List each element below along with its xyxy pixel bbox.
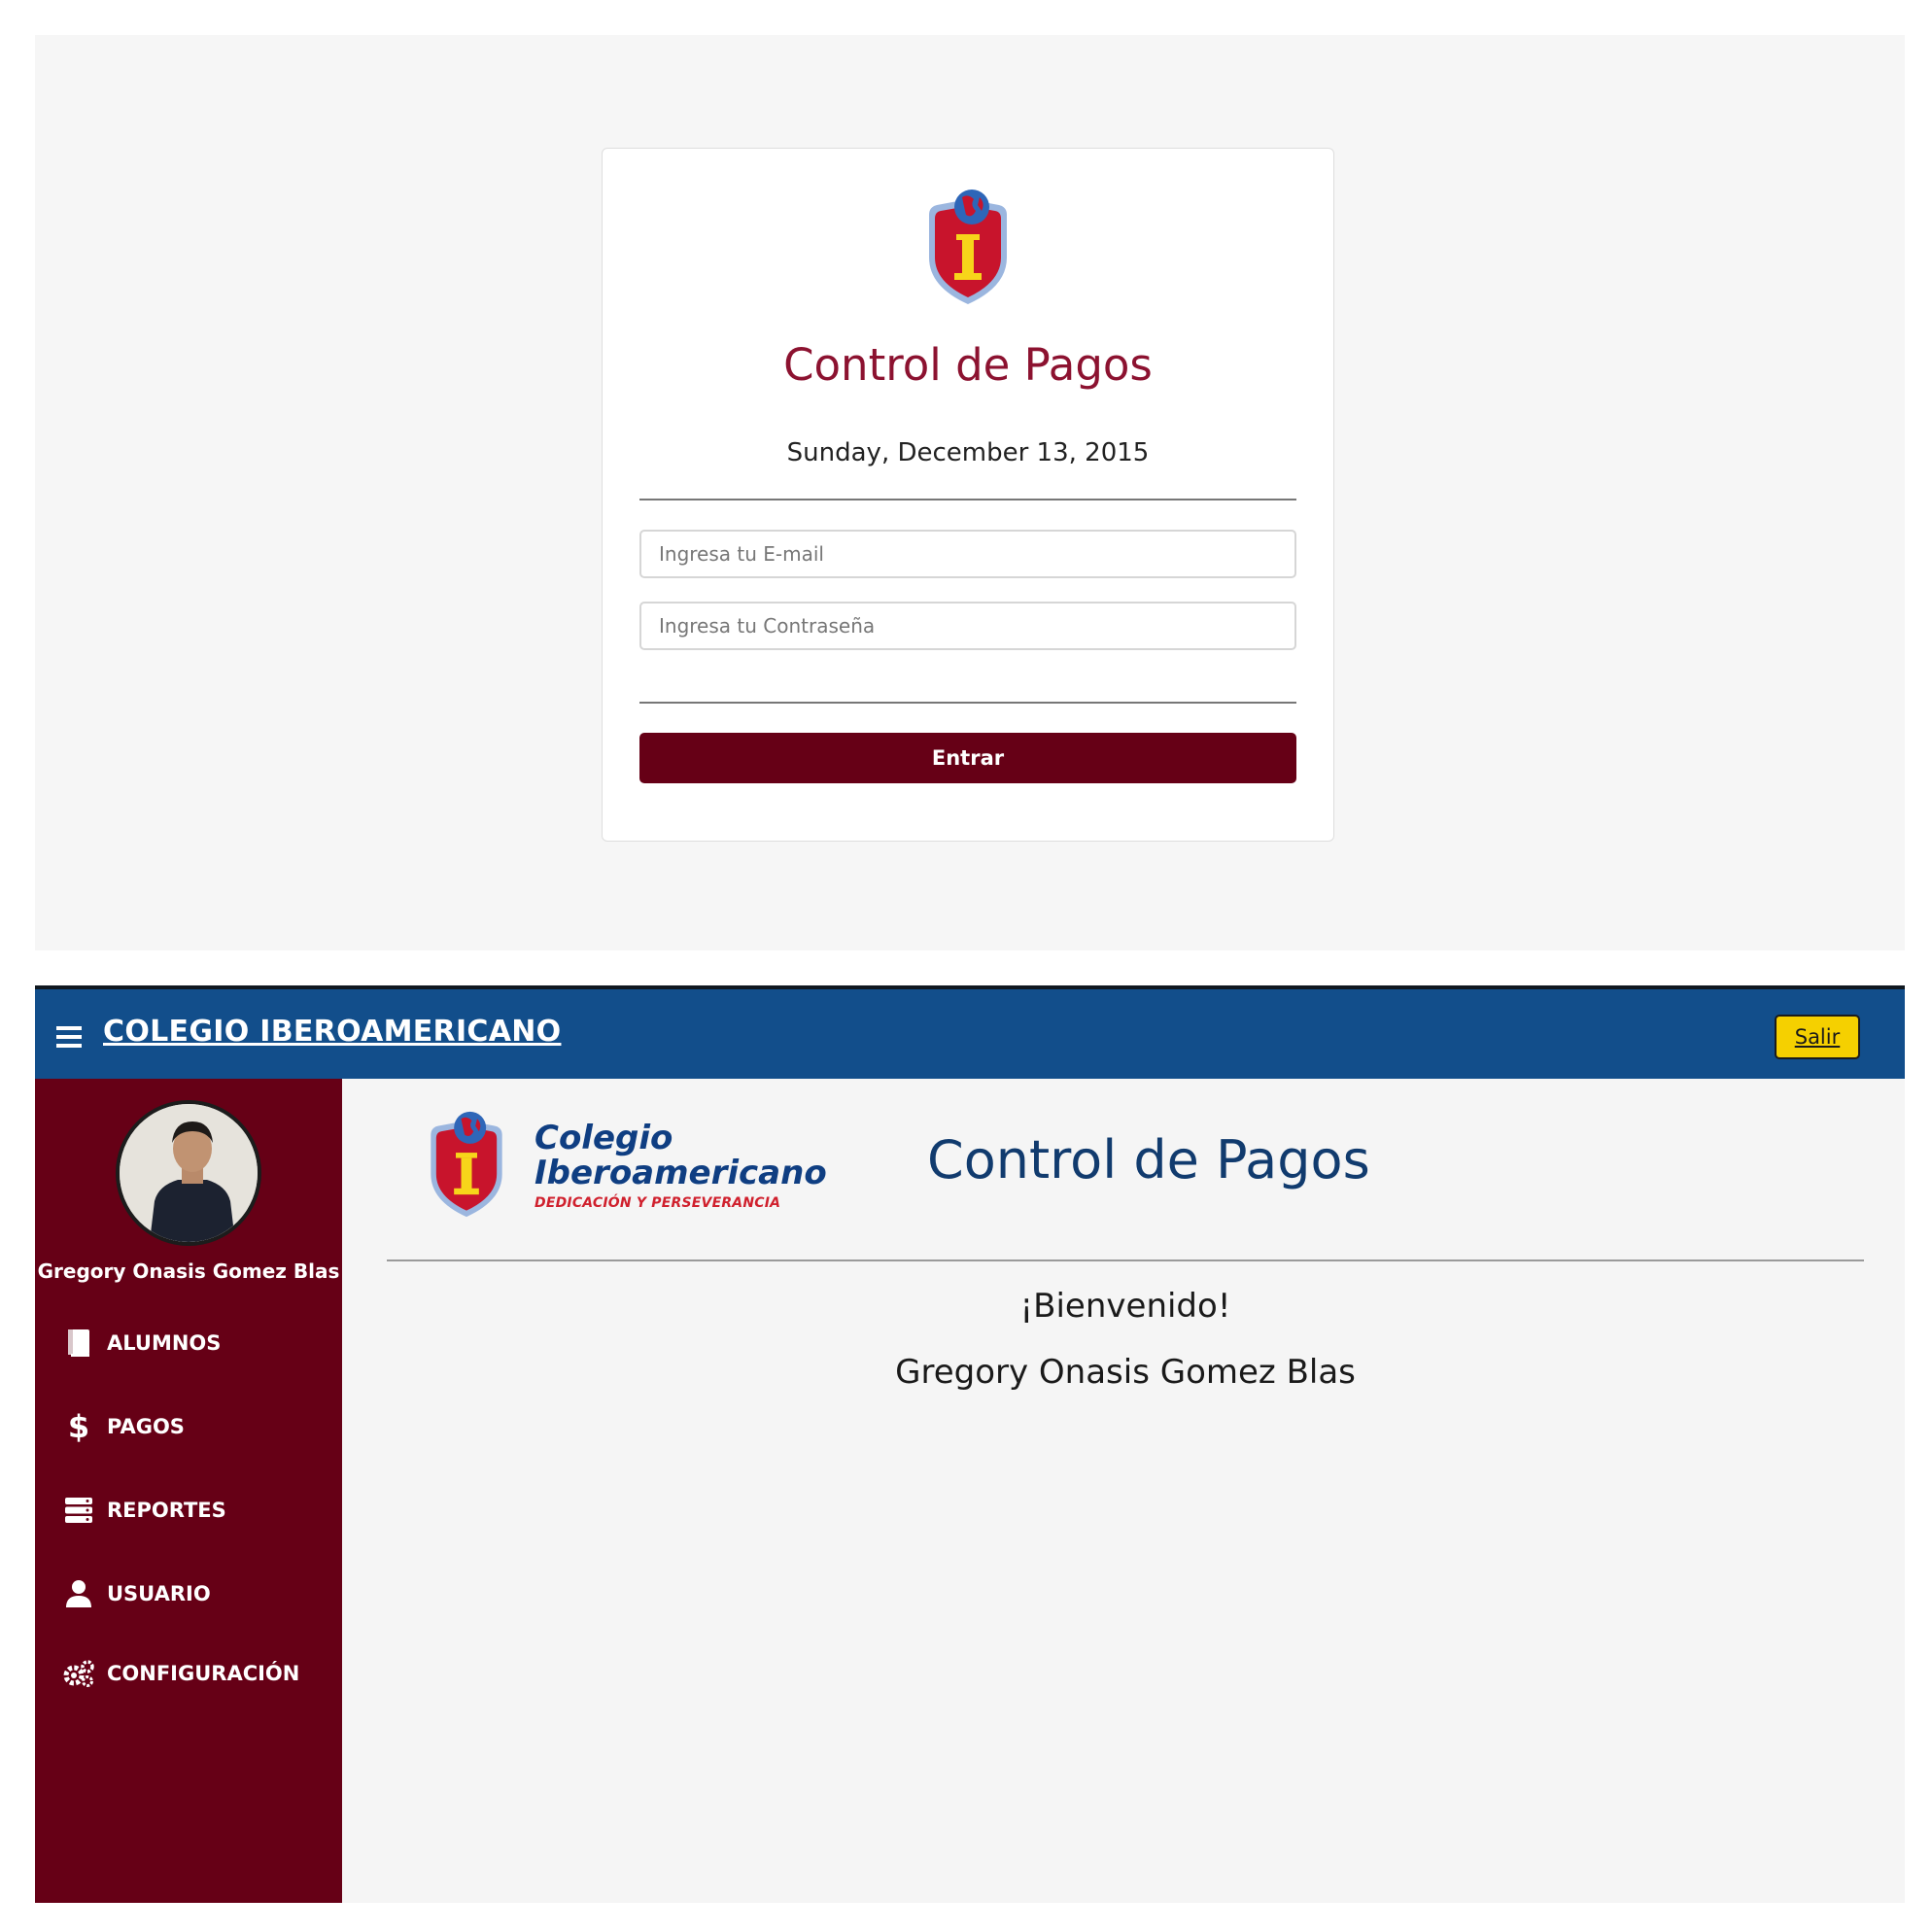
logout-button[interactable]: Salir — [1775, 1015, 1860, 1059]
dollar-icon: $ — [67, 1408, 90, 1445]
sidebar-item-label: CONFIGURACIÓN — [107, 1662, 300, 1685]
user-icon — [62, 1577, 95, 1610]
login-card: Control de Pagos Sunday, December 13, 20… — [602, 148, 1334, 842]
login-title: Control de Pagos — [783, 339, 1153, 391]
top-navbar: COLEGIO IBEROAMERICANO Salir — [35, 985, 1905, 1079]
avatar-photo — [120, 1104, 258, 1242]
divider — [639, 499, 1296, 500]
hamburger-menu-icon[interactable] — [56, 1026, 82, 1048]
sidebar-item-label: PAGOS — [107, 1415, 185, 1438]
book-icon — [62, 1327, 95, 1360]
main-content: Colegio Iberoamericano DEDICACIÓN Y PERS… — [342, 1079, 1905, 1903]
server-stack-icon — [62, 1494, 95, 1527]
sidebar-item-usuario[interactable]: USUARIO — [62, 1574, 211, 1613]
brand-tagline: DEDICACIÓN Y PERSEVERANCIA — [535, 1195, 781, 1211]
welcome-heading: ¡Bienvenido! — [1019, 1287, 1231, 1326]
login-button[interactable]: Entrar — [639, 733, 1296, 783]
sidebar-item-label: USUARIO — [107, 1582, 211, 1605]
login-date: Sunday, December 13, 2015 — [786, 438, 1150, 467]
avatar — [116, 1100, 261, 1246]
divider — [387, 1259, 1864, 1261]
page-title: Control de Pagos — [927, 1129, 1370, 1190]
school-shield-logo — [431, 1111, 502, 1218]
brand-name-line2: Iberoamericano — [535, 1154, 827, 1192]
gears-icon — [62, 1657, 95, 1690]
sidebar: Gregory Onasis Gomez Blas ALUMNOS $ PAGO… — [35, 1079, 342, 1903]
email-input[interactable] — [639, 530, 1296, 578]
brand-link[interactable]: COLEGIO IBEROAMERICANO — [103, 1015, 561, 1049]
school-shield-logo — [929, 190, 1007, 304]
welcome-user-name: Gregory Onasis Gomez Blas — [895, 1353, 1356, 1392]
sidebar-item-configuracion[interactable]: CONFIGURACIÓN — [62, 1654, 299, 1693]
sidebar-user-name: Gregory Onasis Gomez Blas — [37, 1259, 340, 1283]
sidebar-item-label: ALUMNOS — [107, 1331, 222, 1355]
brand-name-line1: Colegio — [535, 1119, 673, 1157]
sidebar-item-reportes[interactable]: REPORTES — [62, 1491, 226, 1530]
password-input[interactable] — [639, 602, 1296, 650]
sidebar-item-alumnos[interactable]: ALUMNOS — [62, 1324, 221, 1363]
sidebar-item-label: REPORTES — [107, 1499, 226, 1522]
dashboard-screen: COLEGIO IBEROAMERICANO Salir Gregory Ona… — [35, 985, 1905, 1903]
divider — [639, 702, 1296, 704]
sidebar-item-pagos[interactable]: $ PAGOS — [62, 1407, 185, 1446]
login-screen: Control de Pagos Sunday, December 13, 20… — [35, 35, 1905, 950]
